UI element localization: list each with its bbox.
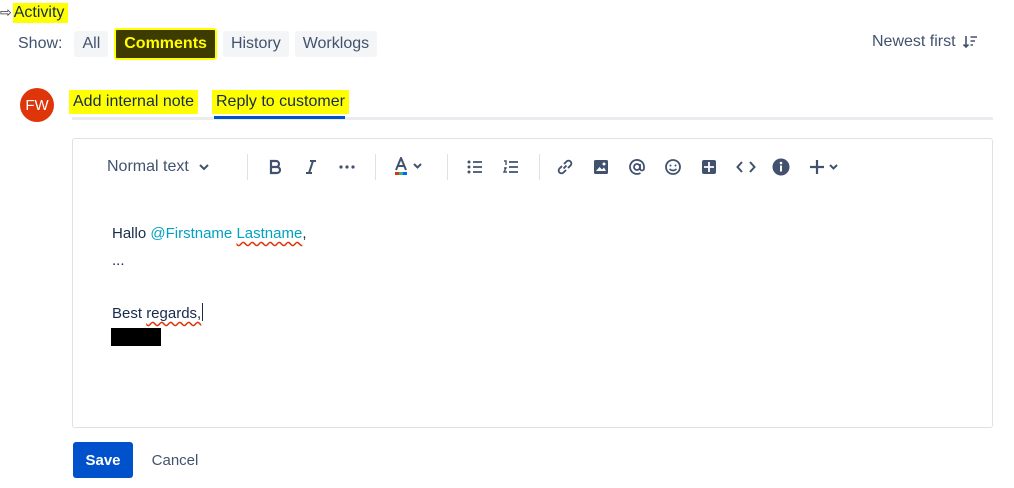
text-style-dropdown[interactable]: Normal text <box>107 155 209 179</box>
tabs-divider <box>72 117 993 120</box>
bullet-list-icon[interactable] <box>465 155 485 179</box>
editor-toolbar: Normal text <box>73 139 992 195</box>
show-label: Show: <box>18 35 63 52</box>
tab-reply-to-customer[interactable]: Reply to customer <box>212 90 349 114</box>
arrow-icon: ⇨ <box>0 5 12 21</box>
toolbar-separator <box>375 154 376 180</box>
code-icon[interactable] <box>735 155 757 179</box>
editor-line-greeting: Hallo @Firstname Lastname, <box>112 225 307 242</box>
numbered-list-icon[interactable] <box>501 155 521 179</box>
activity-header: ⇨ Activity <box>0 2 69 24</box>
avatar[interactable]: FW <box>20 88 54 122</box>
italic-icon[interactable] <box>301 155 321 179</box>
active-tab-indicator <box>214 116 345 119</box>
tab-add-internal-note[interactable]: Add internal note <box>69 90 198 114</box>
filter-comments-button[interactable]: Comments <box>114 28 217 60</box>
emoji-icon[interactable] <box>663 155 683 179</box>
filter-worklogs-button[interactable]: Worklogs <box>294 31 378 57</box>
filter-history-button[interactable]: History <box>222 31 289 57</box>
chevron-down-icon <box>199 164 209 171</box>
toolbar-separator <box>447 154 448 180</box>
info-panel-icon[interactable] <box>771 155 791 179</box>
closing-misspelled-word: regards, <box>146 305 202 322</box>
cancel-button[interactable]: Cancel <box>142 442 208 478</box>
bold-icon[interactable] <box>265 155 285 179</box>
toolbar-separator <box>539 154 540 180</box>
text-cursor <box>202 303 204 321</box>
mention-firstname[interactable]: @Firstname <box>150 225 232 242</box>
redacted-signature <box>111 328 161 346</box>
insert-plus-icon[interactable] <box>807 155 845 179</box>
mention-lastname[interactable]: Lastname <box>236 225 302 242</box>
image-icon[interactable] <box>591 155 611 179</box>
greeting-text: Hallo <box>112 225 151 242</box>
editor-line-ellipsis: ... <box>112 252 125 269</box>
editor-line-closing: Best regards, <box>112 303 204 322</box>
sort-label: Newest first <box>872 33 956 50</box>
sort-order-button[interactable]: Newest first <box>872 33 978 51</box>
link-icon[interactable] <box>555 155 575 179</box>
table-icon[interactable] <box>699 155 719 179</box>
sort-descending-icon <box>962 36 977 49</box>
comment-editor[interactable]: Normal text Hallo @Firstname Lastname, .… <box>72 138 993 428</box>
activity-title: Activity <box>12 3 69 23</box>
toolbar-separator <box>247 154 248 180</box>
save-button[interactable]: Save <box>73 442 133 478</box>
activity-filter-bar: Show: All Comments History Worklogs <box>18 28 383 60</box>
text-color-icon[interactable] <box>391 155 429 179</box>
more-formatting-icon[interactable] <box>337 155 357 179</box>
filter-all-button[interactable]: All <box>74 31 109 57</box>
text-style-label: Normal text <box>107 158 189 175</box>
greeting-comma: , <box>302 225 307 242</box>
mention-icon[interactable] <box>627 155 647 179</box>
closing-word: Best <box>112 305 147 322</box>
